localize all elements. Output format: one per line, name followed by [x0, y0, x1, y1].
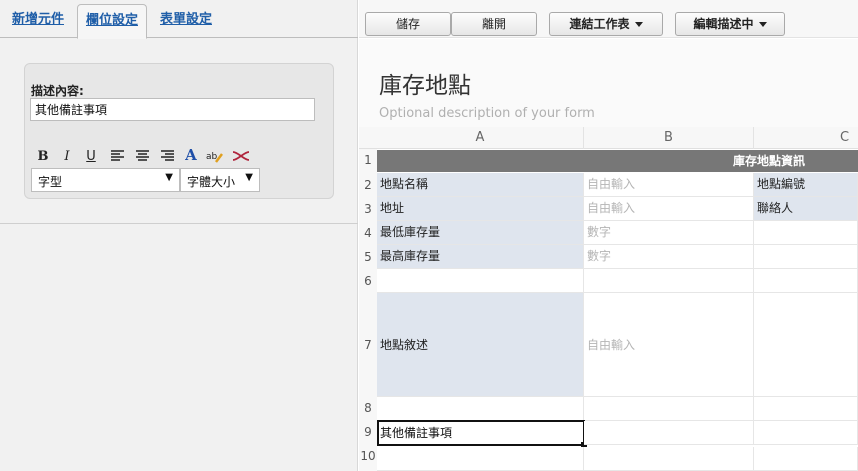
link-sheet-button[interactable]: 連結工作表	[549, 12, 663, 36]
chevron-down-icon: ▼	[245, 172, 253, 183]
tab-field-settings[interactable]: 欄位設定	[77, 4, 147, 39]
column-header-c[interactable]: C	[754, 127, 858, 149]
field-input-cell[interactable]: 自由輸入	[584, 197, 754, 221]
row-number[interactable]: 8	[359, 401, 377, 415]
column-header-row: A B C	[359, 127, 858, 149]
empty-cell[interactable]	[754, 421, 858, 445]
field-label-cell[interactable]: 最低庫存量	[377, 221, 584, 245]
row-number[interactable]: 2	[359, 178, 377, 192]
caret-down-icon	[634, 22, 643, 27]
caret-down-icon	[758, 22, 767, 27]
row-number[interactable]: 1	[359, 153, 377, 167]
field-label-cell[interactable]: 地址	[377, 197, 584, 221]
field-label-cell[interactable]: 地點敘述	[377, 293, 584, 397]
empty-cell[interactable]	[584, 269, 754, 293]
row-number[interactable]: 4	[359, 226, 377, 240]
field-label-cell[interactable]: 地點編號	[754, 173, 858, 197]
italic-icon[interactable]: I	[57, 147, 77, 167]
empty-cell[interactable]	[584, 447, 754, 471]
font-family-value: 字型	[38, 175, 63, 189]
field-label-cell[interactable]: 最高庫存量	[377, 245, 584, 269]
align-left-icon[interactable]	[107, 147, 127, 167]
field-input-cell[interactable]: 數字	[584, 245, 754, 269]
align-center-icon[interactable]	[132, 147, 152, 167]
field-label-cell[interactable]: 聯絡人	[754, 197, 858, 221]
font-size-select[interactable]: 字體大小 ▼	[180, 168, 260, 192]
field-input-cell[interactable]: 數字	[584, 221, 754, 245]
form-title[interactable]: 庫存地點	[379, 66, 471, 100]
section-header-text: 庫存地點資訊	[733, 154, 806, 168]
tab-form-settings[interactable]: 表單設定	[150, 4, 222, 38]
font-color-icon[interactable]: A	[181, 147, 201, 167]
field-label-cell[interactable]: 地點名稱	[377, 173, 584, 197]
empty-cell[interactable]	[754, 397, 858, 421]
underline-icon[interactable]: U	[81, 147, 101, 167]
row-header-column: 1 2 3 4 5 6 7 8 9 10	[359, 149, 377, 471]
rich-text-toolbar: B I U A ab	[33, 147, 263, 167]
empty-cell[interactable]	[377, 447, 584, 471]
empty-cell[interactable]	[754, 221, 858, 245]
empty-cell[interactable]	[754, 293, 858, 397]
section-header-band[interactable]: 庫存地點資訊	[377, 150, 858, 172]
form-canvas: 儲存 離開 連結工作表 編輯描述中 庫存地點 Optional descript…	[359, 0, 858, 471]
empty-cell[interactable]	[584, 421, 754, 445]
empty-cell[interactable]	[754, 245, 858, 269]
tab-add-element[interactable]: 新增元件	[2, 4, 74, 38]
exit-button[interactable]: 離開	[451, 12, 537, 36]
save-button[interactable]: 儲存	[365, 12, 451, 36]
properties-panel: 新增元件 欄位設定 表單設定 描述內容: B I U A ab	[0, 0, 358, 471]
form-header: 庫存地點 Optional description of your form	[359, 39, 858, 127]
selected-description-cell[interactable]: 其他備註事項	[377, 420, 585, 446]
font-size-value: 字體大小	[187, 175, 236, 189]
empty-cell[interactable]	[377, 269, 584, 293]
row-number[interactable]: 7	[359, 338, 377, 352]
remove-format-icon[interactable]	[231, 147, 251, 167]
row-number[interactable]: 5	[359, 250, 377, 264]
field-settings-box: 描述內容: B I U A ab 字型 ▼	[24, 63, 334, 199]
description-input[interactable]	[30, 98, 315, 121]
column-header-a[interactable]: A	[377, 127, 584, 149]
empty-cell[interactable]	[377, 397, 584, 421]
field-input-cell[interactable]: 自由輸入	[584, 293, 754, 397]
divider	[0, 223, 358, 224]
field-input-cell[interactable]: 自由輸入	[584, 173, 754, 197]
row-number[interactable]: 9	[359, 425, 377, 439]
link-sheet-label: 連結工作表	[569, 17, 630, 31]
row-number[interactable]: 10	[359, 449, 377, 463]
font-family-select[interactable]: 字型 ▼	[31, 168, 180, 192]
highlight-icon[interactable]: ab	[205, 147, 225, 167]
top-toolbar: 儲存 離開 連結工作表 編輯描述中	[359, 0, 858, 38]
panel-tab-bar: 新增元件 欄位設定 表單設定	[0, 0, 358, 39]
editing-description-button[interactable]: 編輯描述中	[675, 12, 785, 36]
description-label: 描述內容:	[31, 84, 84, 98]
editing-description-label: 編輯描述中	[693, 17, 754, 31]
align-right-icon[interactable]	[157, 147, 177, 167]
row-number[interactable]: 6	[359, 274, 377, 288]
chevron-down-icon: ▼	[165, 172, 173, 183]
empty-cell[interactable]	[754, 269, 858, 293]
column-header-b[interactable]: B	[584, 127, 754, 149]
row-number[interactable]: 3	[359, 202, 377, 216]
empty-cell[interactable]	[754, 447, 858, 471]
sheet-grid: A B C 1 2 3 4 5 6 7 8 9 10 庫存地點資訊 地點名稱 自…	[359, 127, 858, 471]
bold-icon[interactable]: B	[33, 147, 53, 167]
form-description[interactable]: Optional description of your form	[379, 106, 595, 121]
empty-cell[interactable]	[584, 397, 754, 421]
